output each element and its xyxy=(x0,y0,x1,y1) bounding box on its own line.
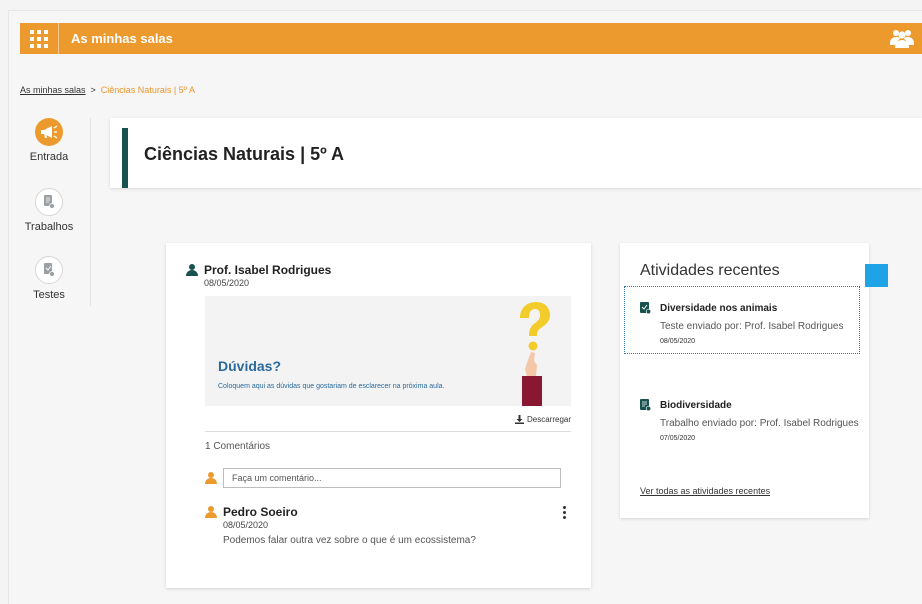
users-icon[interactable] xyxy=(890,27,914,54)
class-header: Ciências Naturais | 5º A xyxy=(110,118,922,188)
comment-author: Pedro Soeiro xyxy=(223,505,298,519)
question-hand-illustration xyxy=(520,302,550,406)
download-icon xyxy=(514,415,524,424)
activity-date: 08/05/2020 xyxy=(660,338,696,345)
person-icon xyxy=(186,264,198,276)
megaphone-icon xyxy=(35,118,63,146)
comment-item: Pedro Soeiro 08/05/2020 Podemos falar ou… xyxy=(205,505,571,546)
focus-indicator xyxy=(865,264,888,287)
chevron-right-icon: > xyxy=(90,85,96,95)
assignment-icon xyxy=(35,188,63,216)
apps-button[interactable] xyxy=(20,23,59,54)
grid-icon xyxy=(30,29,48,48)
download-button[interactable]: Descarregar xyxy=(514,415,571,424)
comment-text: Podemos falar outra vez sobre o que é um… xyxy=(223,535,476,546)
nav-item-entrada[interactable]: Entrada xyxy=(18,118,80,163)
post-card: Prof. Isabel Rodrigues 08/05/2020 Dúvida… xyxy=(166,243,591,588)
comment-composer xyxy=(205,468,561,488)
recent-activities-card: Atividades recentes Diversidade nos anim… xyxy=(620,243,869,518)
banner-title: Dúvidas? xyxy=(218,358,282,374)
nav-item-testes[interactable]: Testes xyxy=(18,256,80,301)
test-icon xyxy=(35,256,63,284)
banner-text: Coloquem aqui as dúvidas que gostariam d… xyxy=(218,383,445,390)
activity-date: 07/05/2020 xyxy=(660,435,696,442)
page-title: Ciências Naturais | 5º A xyxy=(144,144,345,164)
header-accent-bar xyxy=(122,128,128,188)
activity-name: Biodiversidade xyxy=(660,399,732,411)
test-icon xyxy=(640,302,651,314)
download-label: Descarregar xyxy=(526,415,571,424)
activity-description: Trabalho enviado por: Prof. Isabel Rodri… xyxy=(660,418,859,429)
assignment-icon xyxy=(640,399,651,411)
comment-count: 1 Comentários xyxy=(205,441,271,452)
top-bar: As minhas salas xyxy=(20,23,922,54)
post-author: Prof. Isabel Rodrigues 08/05/2020 xyxy=(186,263,331,288)
nav-label: Testes xyxy=(33,289,65,301)
activities-title: Atividades recentes xyxy=(640,262,780,279)
comment-date: 08/05/2020 xyxy=(223,520,269,530)
nav-label: Entrada xyxy=(29,151,69,163)
breadcrumb-current: Ciências Naturais | 5º A xyxy=(100,85,195,95)
see-all-activities-link[interactable]: Ver todas as atividades recentes xyxy=(640,486,770,496)
person-icon xyxy=(205,472,217,484)
nav-label: Trabalhos xyxy=(24,221,74,233)
activity-item[interactable]: Biodiversidade Trabalho enviado por: Pro… xyxy=(624,386,860,450)
post-date: 08/05/2020 xyxy=(204,278,250,288)
activity-description: Teste enviado por: Prof. Isabel Rodrigue… xyxy=(660,321,844,332)
activity-name: Diversidade nos animais xyxy=(660,302,778,314)
person-icon xyxy=(205,506,217,518)
comment-input[interactable] xyxy=(223,468,561,488)
breadcrumb: As minhas salas > Ciências Naturais | 5º… xyxy=(20,85,195,95)
more-options-icon[interactable] xyxy=(559,505,569,519)
post-banner-image[interactable]: Dúvidas? Coloquem aqui as dúvidas que go… xyxy=(205,296,571,406)
divider xyxy=(205,431,571,432)
topbar-title: As minhas salas xyxy=(71,31,173,46)
post-author-name: Prof. Isabel Rodrigues xyxy=(204,263,332,277)
nav-item-trabalhos[interactable]: Trabalhos xyxy=(18,188,80,233)
side-nav: Entrada Trabalhos Testes xyxy=(18,118,91,306)
activity-item[interactable]: Diversidade nos animais Teste enviado po… xyxy=(624,286,860,354)
breadcrumb-root[interactable]: As minhas salas xyxy=(20,85,86,95)
